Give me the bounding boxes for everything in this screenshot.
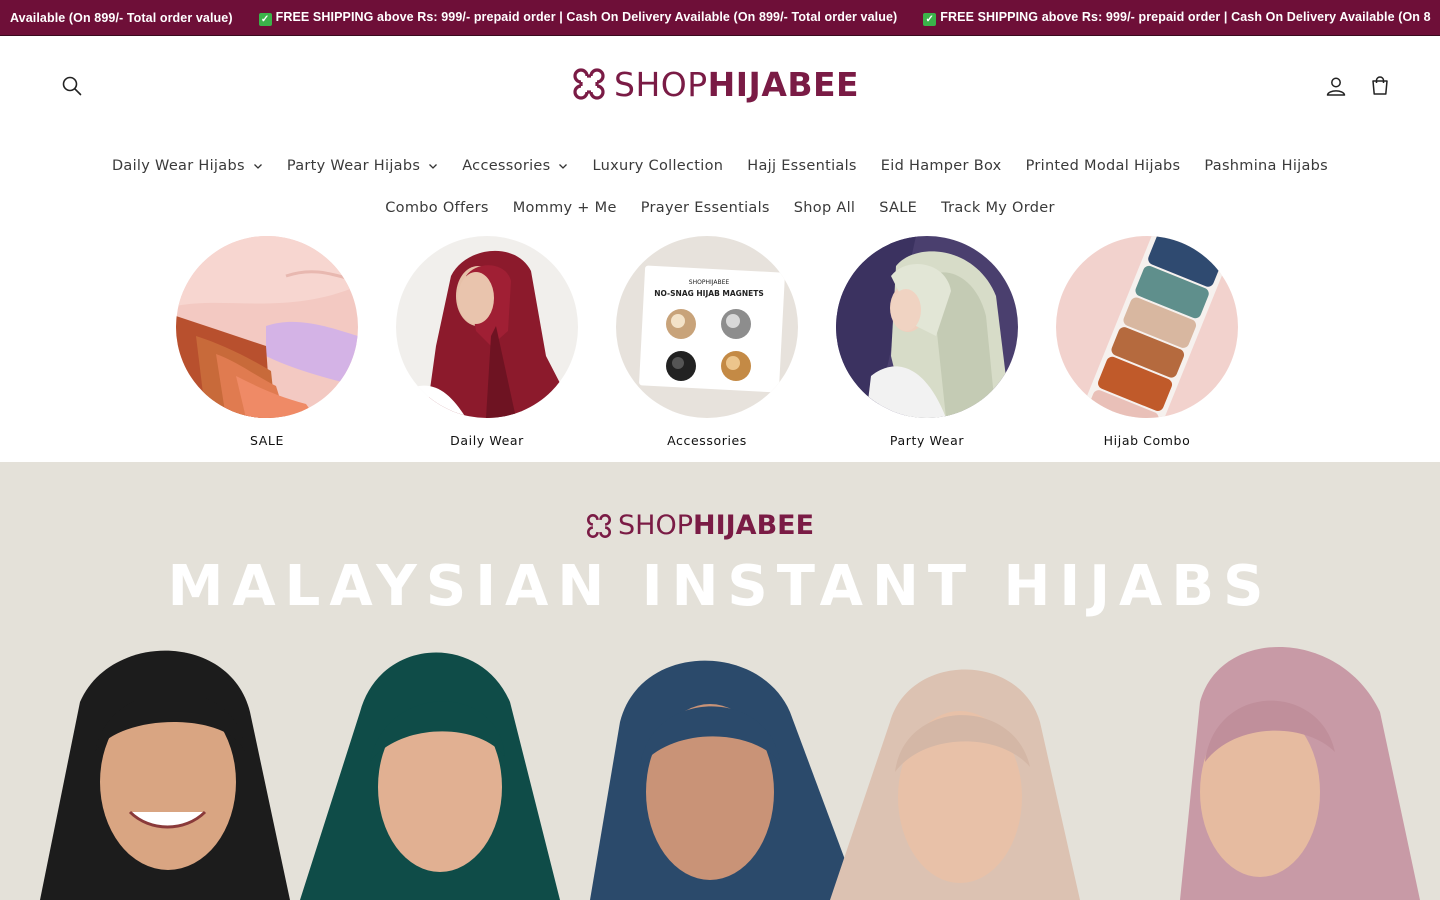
chevron-down-icon bbox=[253, 164, 262, 169]
nav-item-eid-hamper-box[interactable]: Eid Hamper Box bbox=[869, 158, 1014, 174]
nav-item-daily-wear-hijabs[interactable]: Daily Wear Hijabs bbox=[100, 158, 275, 174]
category-hijab-combo[interactable]: Hijab Combo bbox=[1056, 236, 1238, 448]
nav-item-pashmina-hijabs[interactable]: Pashmina Hijabs bbox=[1192, 158, 1340, 174]
category-party-wear[interactable]: Party Wear bbox=[836, 236, 1018, 448]
category-image-hijab-combo bbox=[1056, 236, 1238, 418]
category-label: Accessories bbox=[667, 433, 747, 448]
logo-text: SHOPHIJABEE bbox=[614, 64, 860, 104]
nav-item-party-wear-hijabs[interactable]: Party Wear Hijabs bbox=[275, 158, 450, 174]
logo-mark-icon bbox=[586, 513, 612, 538]
nav-item-mommy-me[interactable]: Mommy + Me bbox=[501, 200, 629, 216]
category-image-sale bbox=[176, 236, 358, 418]
category-image-daily-wear bbox=[396, 236, 578, 418]
site-logo[interactable]: SHOPHIJABEE bbox=[572, 64, 860, 104]
category-accessories[interactable]: SHOPHIJABEE NO-SNAG HIJAB MAGNETS Access… bbox=[616, 236, 798, 448]
category-image-party-wear bbox=[836, 236, 1018, 418]
check-icon: ✓ bbox=[258, 12, 272, 26]
nav-row-primary: Daily Wear Hijabs Party Wear Hijabs Acce… bbox=[0, 145, 1440, 187]
account-icon[interactable] bbox=[1323, 73, 1349, 99]
search-icon[interactable] bbox=[59, 73, 85, 99]
magnets-title: NO-SNAG HIJAB MAGNETS bbox=[654, 289, 764, 298]
logo-mark-icon bbox=[573, 68, 605, 100]
category-sale[interactable]: SALE bbox=[176, 236, 358, 448]
site-header: SHOPHIJABEE bbox=[0, 36, 1440, 136]
category-image-accessories: SHOPHIJABEE NO-SNAG HIJAB MAGNETS bbox=[616, 236, 798, 418]
category-label: Party Wear bbox=[889, 433, 965, 448]
category-label: Hijab Combo bbox=[1103, 433, 1191, 448]
nav-item-combo-offers[interactable]: Combo Offers bbox=[373, 200, 500, 216]
announcement-text: FREE SHIPPING above Rs: 999/- prepaid or… bbox=[940, 9, 1431, 24]
main-navigation: Daily Wear Hijabs Party Wear Hijabs Acce… bbox=[0, 145, 1440, 229]
hero-logo: SHOPHIJABEE bbox=[586, 510, 814, 541]
hero-title: MALAYSIAN INSTANT HIJABS bbox=[167, 554, 1273, 619]
nav-item-printed-modal-hijabs[interactable]: Printed Modal Hijabs bbox=[1014, 158, 1193, 174]
announcement-message: ✓ FREE SHIPPING above Rs: 999/- prepaid o… bbox=[258, 9, 898, 26]
category-label: SALE bbox=[250, 433, 284, 448]
chevron-down-icon bbox=[559, 164, 568, 169]
category-list: SALE Daily Wear SHOPHIJABEE NO-SNAG HIJA… bbox=[176, 236, 1238, 448]
nav-item-prayer-essentials[interactable]: Prayer Essentials bbox=[629, 200, 782, 216]
cart-icon[interactable] bbox=[1367, 73, 1393, 99]
chevron-down-icon bbox=[429, 164, 438, 169]
nav-item-luxury-collection[interactable]: Luxury Collection bbox=[580, 158, 735, 174]
check-icon: ✓ bbox=[923, 12, 937, 26]
nav-item-sale[interactable]: SALE bbox=[867, 200, 929, 216]
category-daily-wear[interactable]: Daily Wear bbox=[396, 236, 578, 448]
magnets-brand: SHOPHIJABEE bbox=[689, 279, 730, 286]
announcement-text: Available (On 899/- Total order value) bbox=[10, 10, 233, 25]
nav-item-shop-all[interactable]: Shop All bbox=[782, 200, 867, 216]
nav-item-track-my-order[interactable]: Track My Order bbox=[929, 200, 1067, 216]
announcement-text: FREE SHIPPING above Rs: 999/- prepaid or… bbox=[275, 9, 898, 24]
category-label: Daily Wear bbox=[450, 433, 524, 448]
announcement-track: Available (On 899/- Total order value) ✓… bbox=[10, 0, 1431, 35]
hero-logo-text: SHOPHIJABEE bbox=[618, 510, 815, 541]
hero-models-image bbox=[40, 646, 1420, 900]
announcement-message: ✓ FREE SHIPPING above Rs: 999/- prepaid o… bbox=[923, 9, 1431, 26]
nav-row-secondary: Combo Offers Mommy + Me Prayer Essential… bbox=[0, 187, 1440, 229]
nav-item-hajj-essentials[interactable]: Hajj Essentials bbox=[735, 158, 869, 174]
hero-banner[interactable]: SHOPHIJABEE MALAYSIAN INSTANT HIJABS bbox=[0, 462, 1440, 900]
nav-item-accessories[interactable]: Accessories bbox=[450, 158, 580, 174]
announcement-bar: Available (On 899/- Total order value) ✓… bbox=[0, 0, 1440, 36]
